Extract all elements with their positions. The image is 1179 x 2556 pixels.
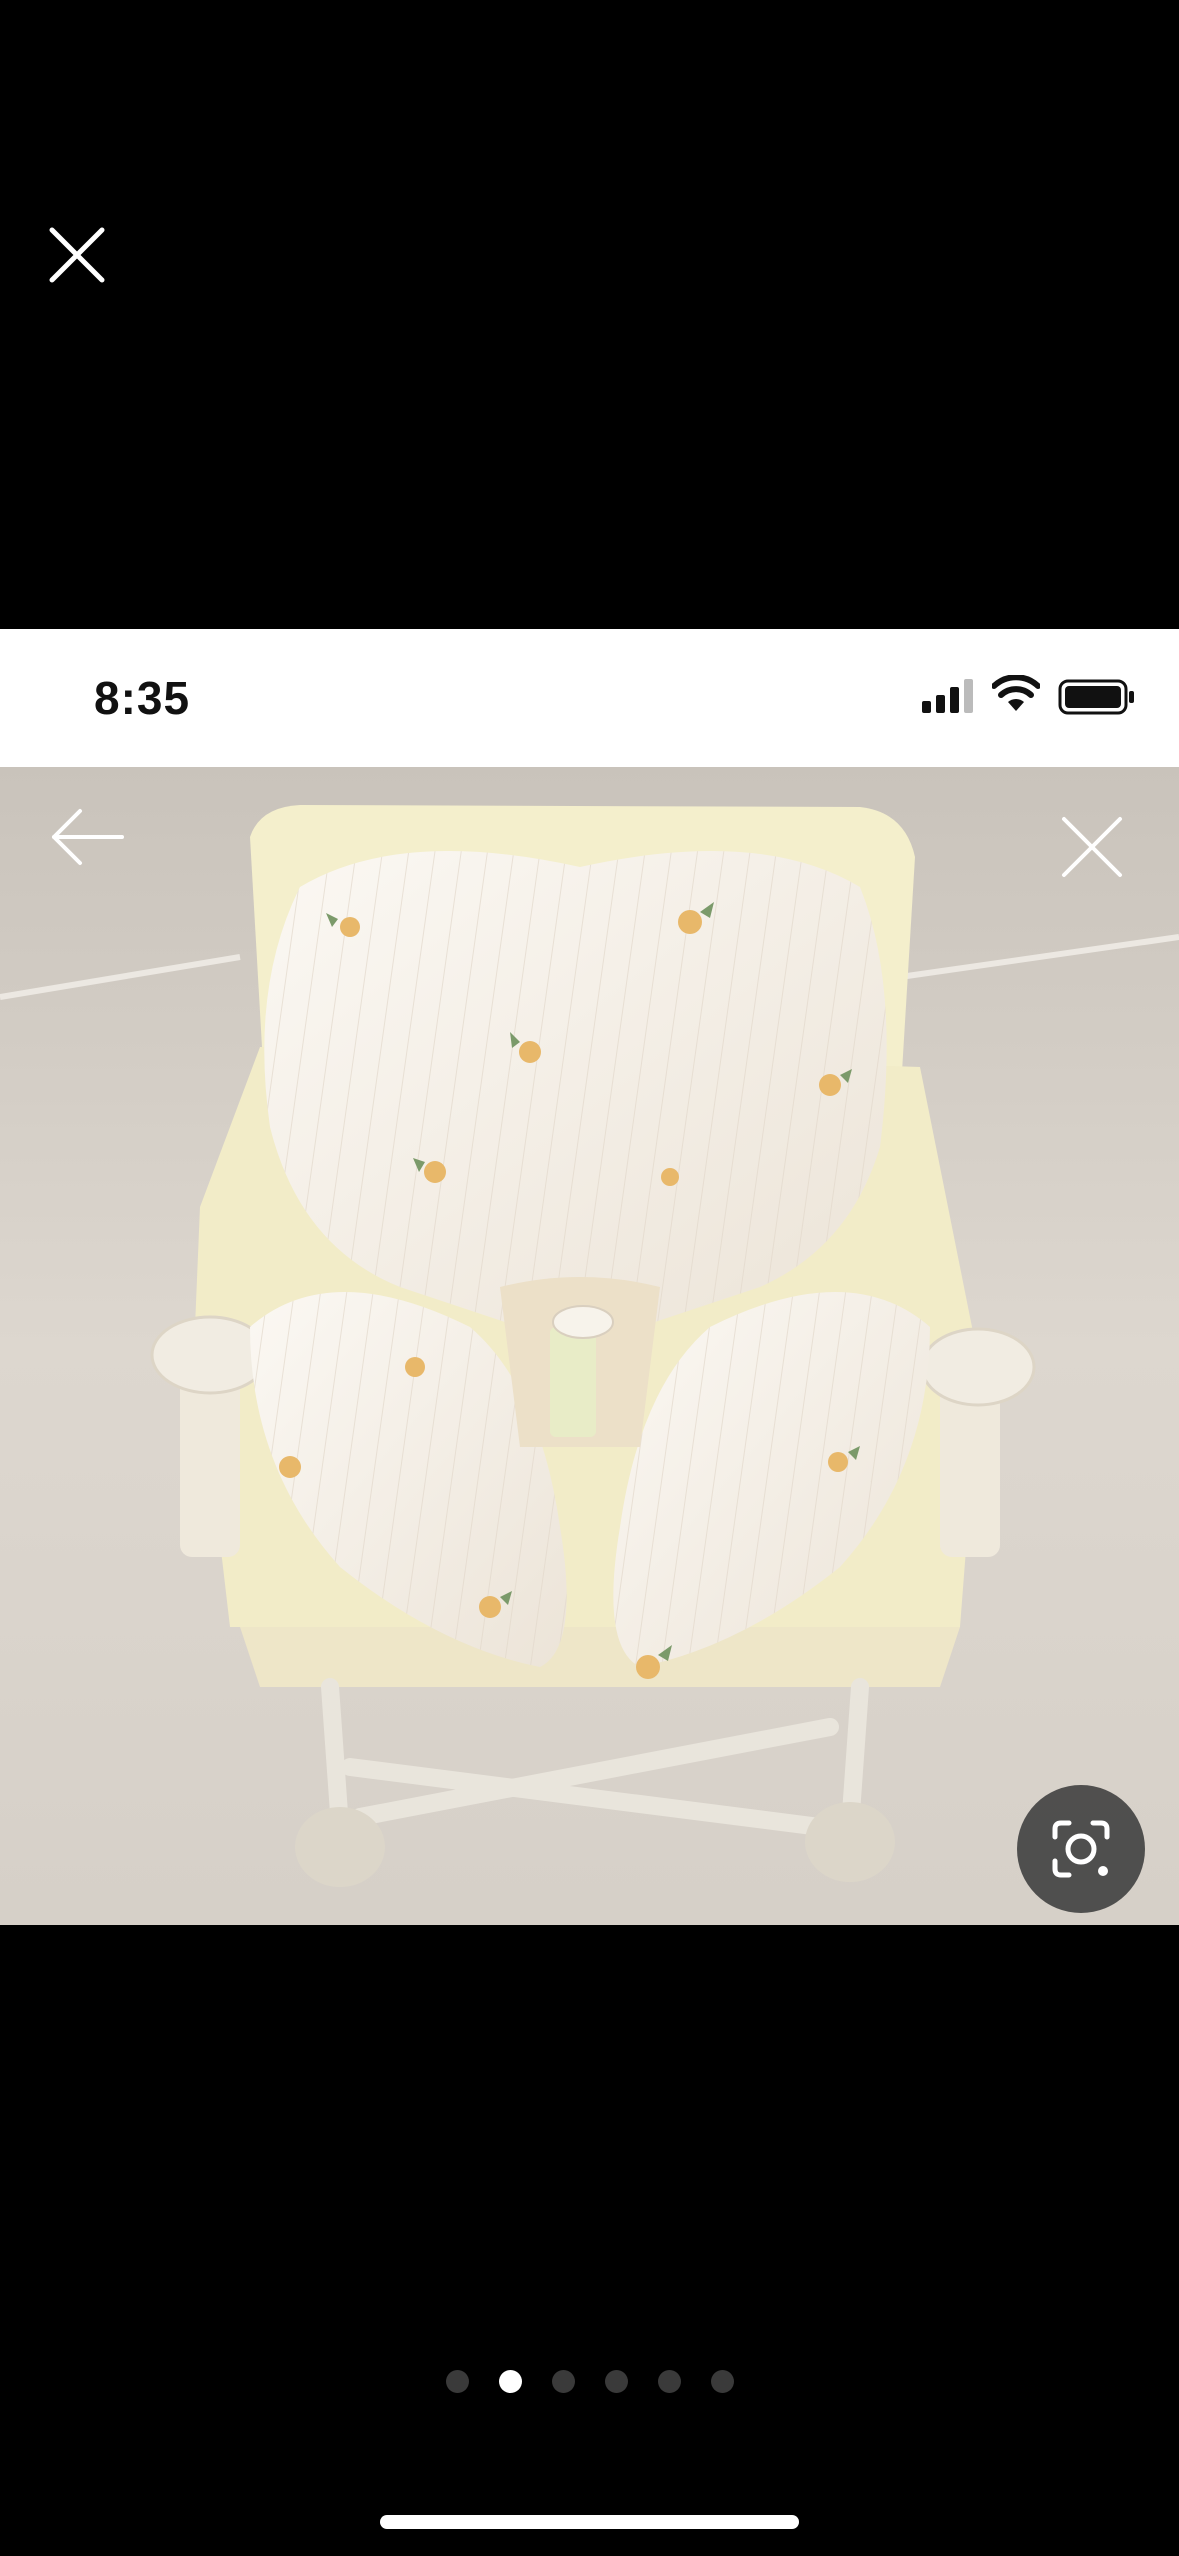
page-dot-3[interactable] bbox=[551, 2370, 575, 2393]
back-button[interactable] bbox=[48, 807, 128, 867]
battery-icon bbox=[1058, 679, 1134, 715]
back-arrow-icon bbox=[52, 809, 124, 865]
page-dot-1[interactable] bbox=[445, 2370, 469, 2393]
wifi-icon bbox=[992, 675, 1040, 711]
visual-search-lens-icon bbox=[1052, 1820, 1110, 1878]
product-photo bbox=[0, 767, 1179, 1925]
close-icon bbox=[1062, 817, 1122, 877]
cellular-signal-icon bbox=[922, 679, 973, 713]
page-dot-6[interactable] bbox=[710, 2370, 734, 2393]
status-time: 8:35 bbox=[94, 672, 191, 724]
page-dot-4[interactable] bbox=[604, 2370, 628, 2393]
close-button[interactable] bbox=[44, 222, 110, 288]
embedded-screenshot: 8:35 bbox=[0, 629, 1179, 1925]
page-indicator bbox=[0, 2370, 1179, 2400]
close-icon bbox=[49, 227, 105, 283]
visual-search-button[interactable] bbox=[1017, 1785, 1145, 1913]
photo-close-button[interactable] bbox=[1058, 813, 1126, 881]
home-indicator[interactable] bbox=[380, 2515, 799, 2529]
page-dot-5[interactable] bbox=[657, 2370, 681, 2393]
status-bar: 8:35 bbox=[0, 629, 1179, 767]
page-dot-2-active[interactable] bbox=[498, 2370, 522, 2393]
